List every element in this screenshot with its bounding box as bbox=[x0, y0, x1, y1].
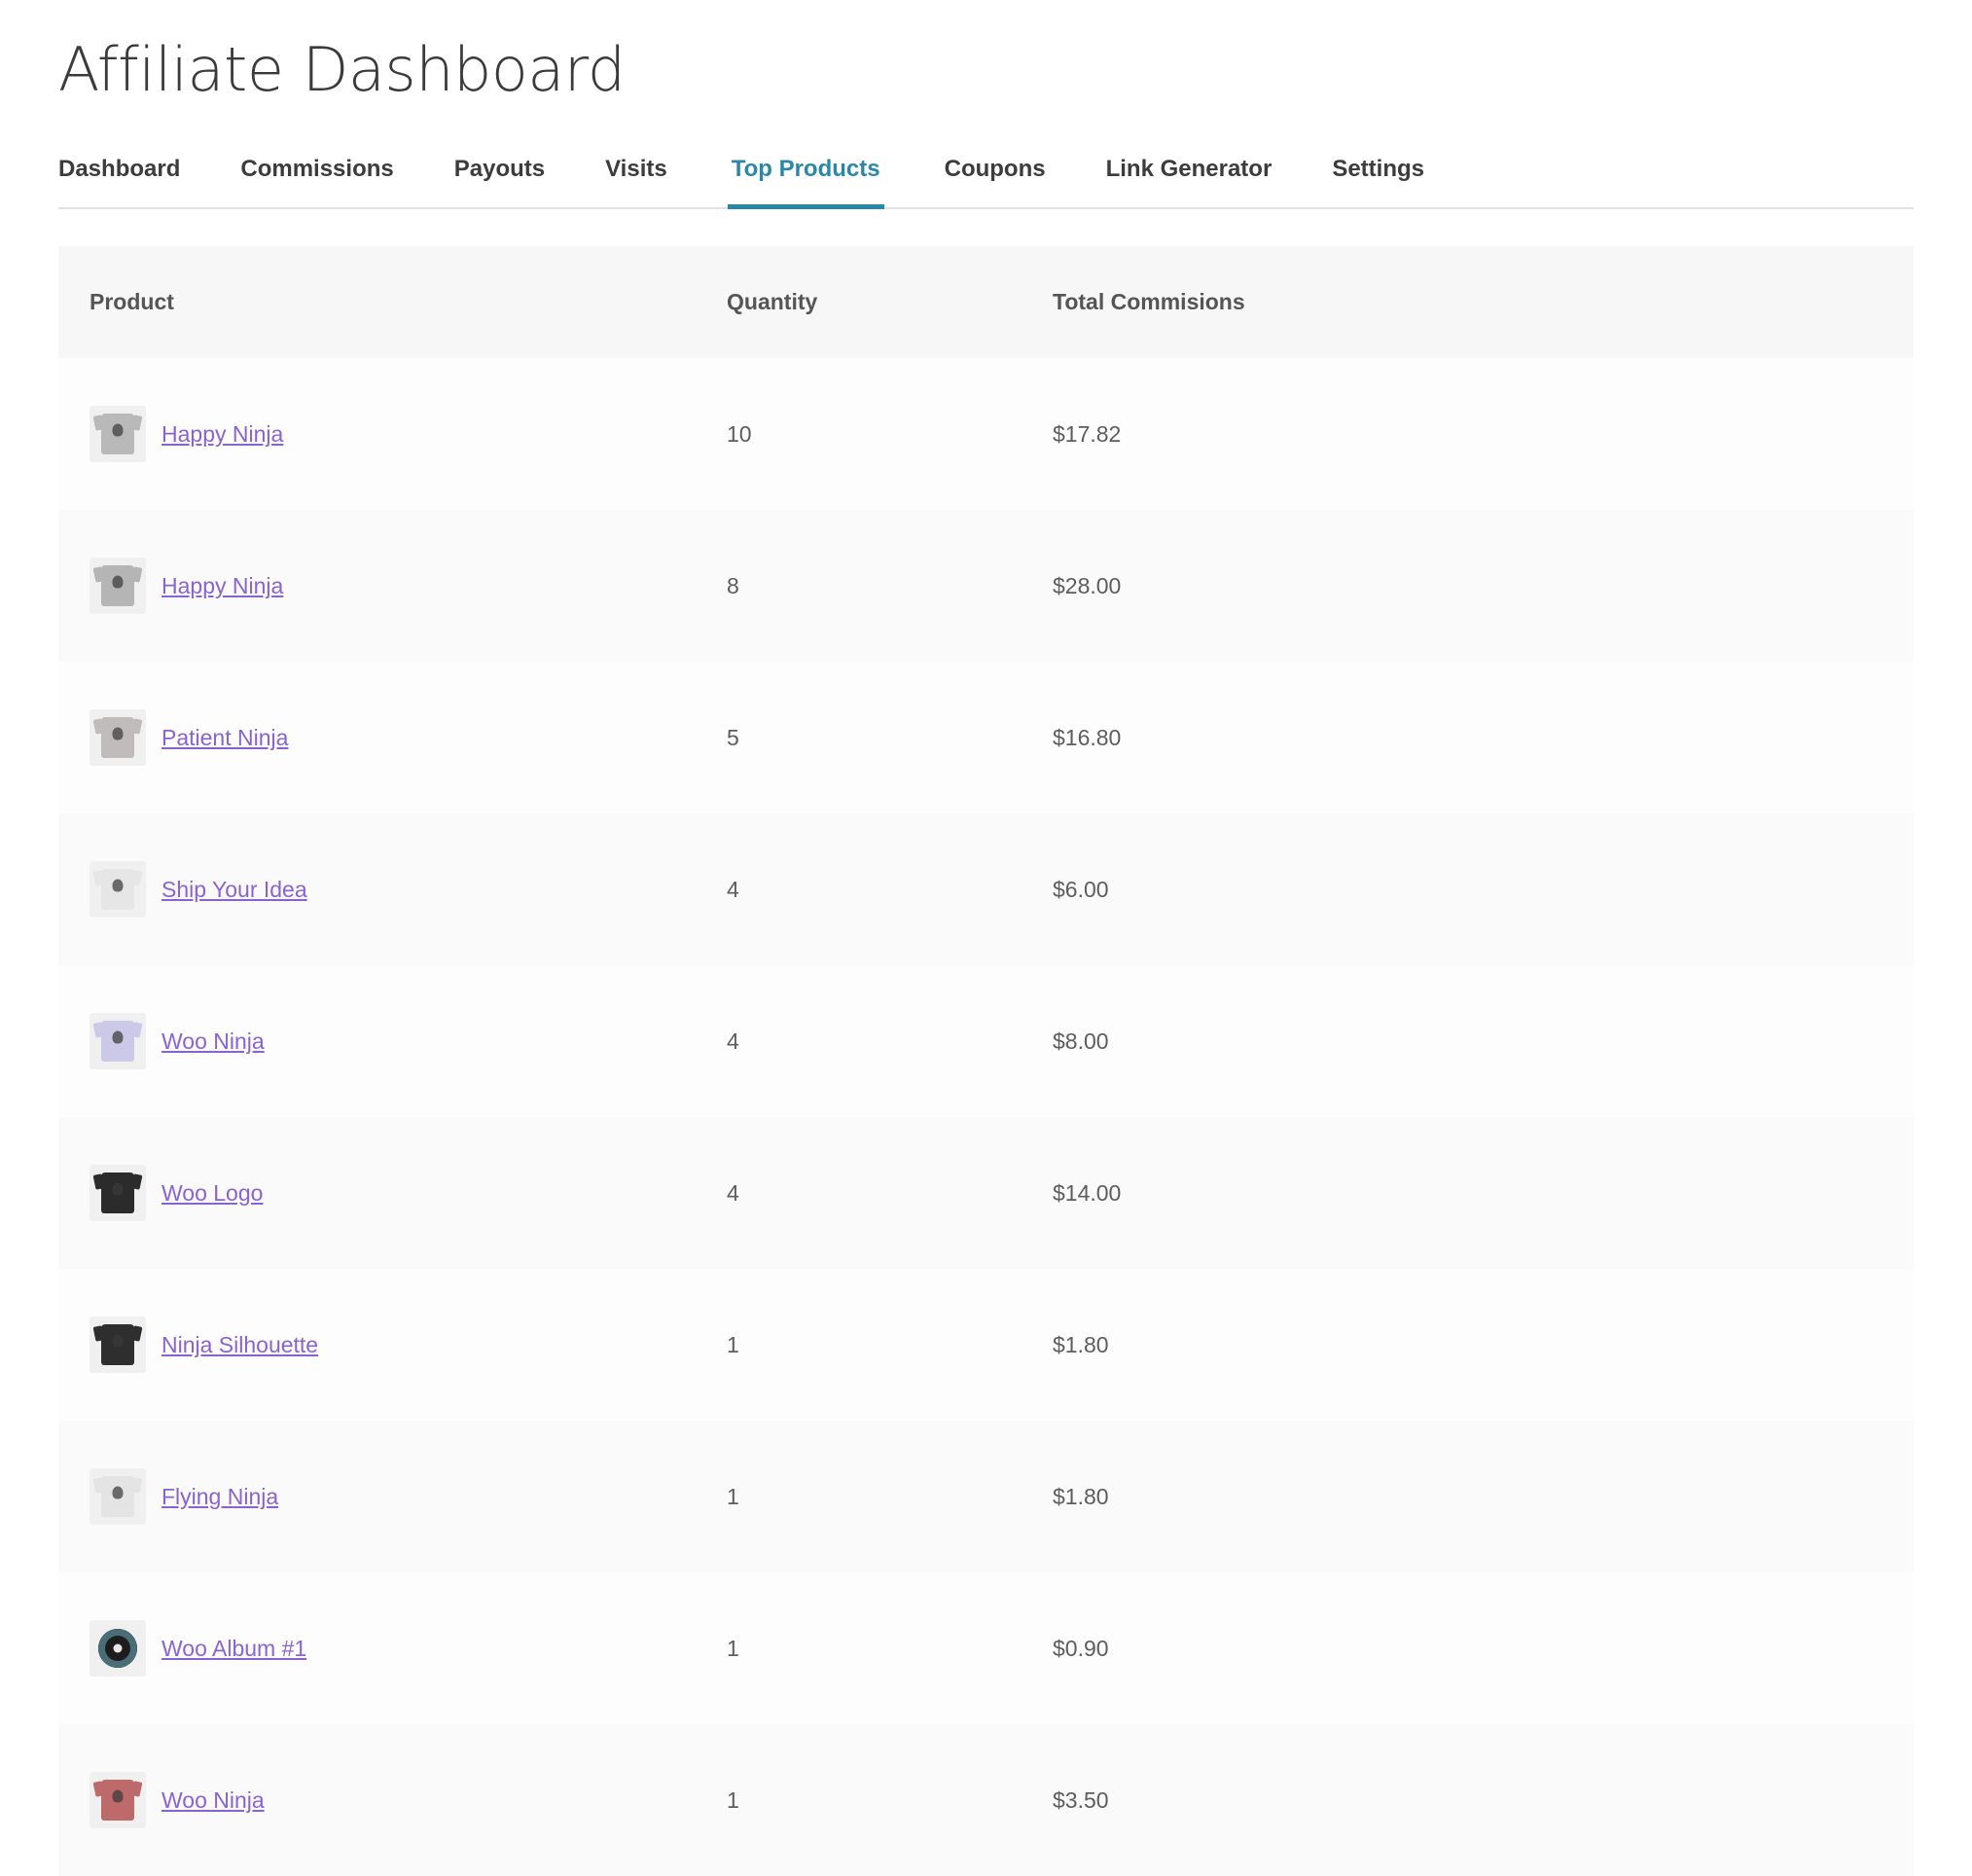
cell-total-commisions: $1.80 bbox=[1053, 1269, 1914, 1421]
product-link[interactable]: Happy Ninja bbox=[161, 421, 283, 448]
cell-total-commisions: $28.00 bbox=[1053, 510, 1914, 662]
cell-product: Woo Ninja bbox=[58, 1724, 727, 1876]
hoodie-red-icon bbox=[90, 1772, 146, 1828]
top-products-table: Product Quantity Total Commisions Happy … bbox=[58, 246, 1914, 1876]
table-row: Woo Album #1 1$0.90 bbox=[58, 1572, 1914, 1724]
affiliate-dashboard-page: Affiliate Dashboard Dashboard Commissions… bbox=[0, 0, 1972, 1752]
vinyl-record-icon bbox=[90, 1620, 146, 1677]
cell-quantity: 1 bbox=[727, 1269, 1053, 1421]
product-link[interactable]: Woo Ninja bbox=[161, 1028, 265, 1055]
hoodie-gray-icon bbox=[90, 558, 146, 614]
cell-quantity: 4 bbox=[727, 1117, 1053, 1269]
table-row: Woo Ninja 1$3.50 bbox=[58, 1724, 1914, 1876]
cell-total-commisions: $6.00 bbox=[1053, 813, 1914, 965]
cell-total-commisions: $0.90 bbox=[1053, 1572, 1914, 1724]
table-row: Ninja Silhouette 1$1.80 bbox=[58, 1269, 1914, 1421]
column-header-quantity: Quantity bbox=[727, 246, 1053, 358]
table-row: Happy Ninja 8$28.00 bbox=[58, 510, 1914, 662]
product-link[interactable]: Woo Ninja bbox=[161, 1787, 265, 1814]
tshirt-lavender-icon bbox=[90, 1013, 146, 1069]
cell-quantity: 4 bbox=[727, 813, 1053, 965]
cell-total-commisions: $14.00 bbox=[1053, 1117, 1914, 1269]
cell-quantity: 1 bbox=[727, 1421, 1053, 1572]
product-link[interactable]: Woo Logo bbox=[161, 1180, 263, 1207]
table-row: Flying Ninja 1$1.80 bbox=[58, 1421, 1914, 1572]
product-link[interactable]: Ninja Silhouette bbox=[161, 1332, 318, 1358]
cell-product: Happy Ninja bbox=[58, 358, 727, 510]
cell-quantity: 1 bbox=[727, 1572, 1053, 1724]
cell-product: Woo Ninja bbox=[58, 965, 727, 1117]
tab-payouts[interactable]: Payouts bbox=[454, 146, 545, 209]
table-header: Product Quantity Total Commisions bbox=[58, 246, 1914, 358]
product-link[interactable]: Patient Ninja bbox=[161, 725, 288, 751]
table-row: Woo Ninja 4$8.00 bbox=[58, 965, 1914, 1117]
tshirt-white-icon bbox=[90, 861, 146, 918]
cell-quantity: 1 bbox=[727, 1724, 1053, 1876]
cell-product: Ship Your Idea bbox=[58, 813, 727, 965]
product-link[interactable]: Woo Album #1 bbox=[161, 1636, 306, 1662]
column-header-product: Product bbox=[58, 246, 727, 358]
cell-quantity: 8 bbox=[727, 510, 1053, 662]
cell-product: Woo Logo bbox=[58, 1117, 727, 1269]
table-row: Happy Ninja 10$17.82 bbox=[58, 358, 1914, 510]
column-header-total-commisions: Total Commisions bbox=[1053, 246, 1914, 358]
tab-visits[interactable]: Visits bbox=[605, 146, 667, 209]
hoodie-black-icon bbox=[90, 1165, 146, 1221]
page-title: Affiliate Dashboard bbox=[58, 0, 1914, 103]
table-body: Happy Ninja10$17.82Happy Ninja8$28.00Pat… bbox=[58, 358, 1914, 1876]
table-header-row: Product Quantity Total Commisions bbox=[58, 246, 1914, 358]
hoodie-gray-icon bbox=[90, 709, 146, 766]
tab-settings[interactable]: Settings bbox=[1332, 146, 1424, 209]
tab-commissions[interactable]: Commissions bbox=[240, 146, 393, 209]
tshirt-gray-icon bbox=[90, 406, 146, 462]
product-link[interactable]: Ship Your Idea bbox=[161, 877, 307, 903]
table-row: Ship Your Idea 4$6.00 bbox=[58, 813, 1914, 965]
cell-quantity: 5 bbox=[727, 662, 1053, 813]
cell-product: Woo Album #1 bbox=[58, 1572, 727, 1724]
cell-product: Flying Ninja bbox=[58, 1421, 727, 1572]
cell-total-commisions: $8.00 bbox=[1053, 965, 1914, 1117]
table-row: Patient Ninja 5$16.80 bbox=[58, 662, 1914, 813]
cell-total-commisions: $16.80 bbox=[1053, 662, 1914, 813]
cell-product: Happy Ninja bbox=[58, 510, 727, 662]
tshirt-white-icon bbox=[90, 1468, 146, 1525]
cell-quantity: 10 bbox=[727, 358, 1053, 510]
tshirt-black-icon bbox=[90, 1317, 146, 1373]
product-link[interactable]: Happy Ninja bbox=[161, 573, 283, 599]
tab-coupons[interactable]: Coupons bbox=[945, 146, 1046, 209]
product-link[interactable]: Flying Ninja bbox=[161, 1484, 278, 1510]
cell-quantity: 4 bbox=[727, 965, 1053, 1117]
cell-product: Ninja Silhouette bbox=[58, 1269, 727, 1421]
cell-total-commisions: $1.80 bbox=[1053, 1421, 1914, 1572]
tab-top-products[interactable]: Top Products bbox=[728, 146, 884, 209]
cell-total-commisions: $3.50 bbox=[1053, 1724, 1914, 1876]
table-row: Woo Logo 4$14.00 bbox=[58, 1117, 1914, 1269]
dashboard-tabs: Dashboard Commissions Payouts Visits Top Pro… bbox=[58, 146, 1914, 209]
tab-dashboard[interactable]: Dashboard bbox=[58, 146, 180, 209]
tab-link-generator[interactable]: Link Generator bbox=[1106, 146, 1273, 209]
cell-product: Patient Ninja bbox=[58, 662, 727, 813]
cell-total-commisions: $17.82 bbox=[1053, 358, 1914, 510]
